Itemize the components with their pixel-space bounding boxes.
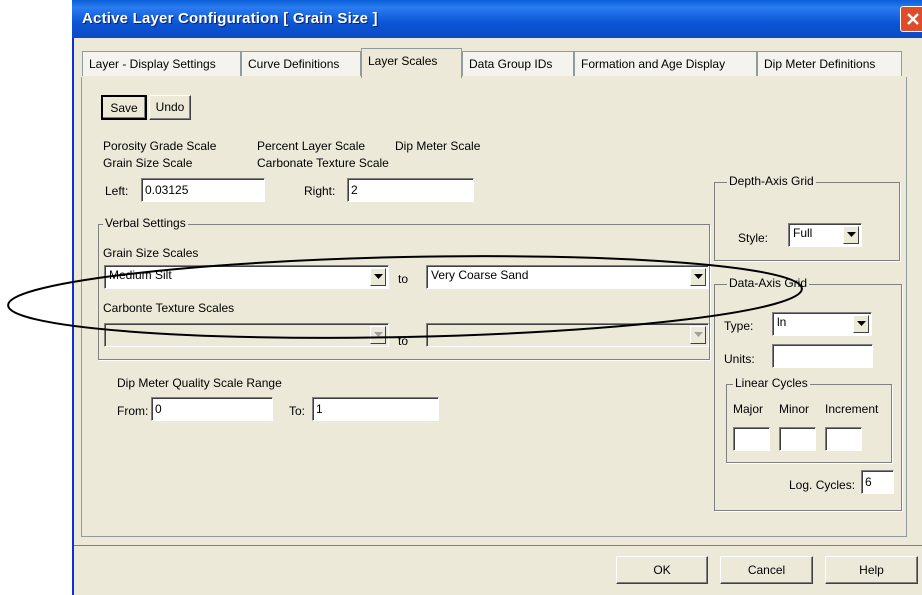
- tab-layer-scales[interactable]: Layer Scales: [361, 48, 462, 78]
- annotation-ellipse: [7, 255, 803, 339]
- annotation-ellipse-overlay: [7, 255, 803, 339]
